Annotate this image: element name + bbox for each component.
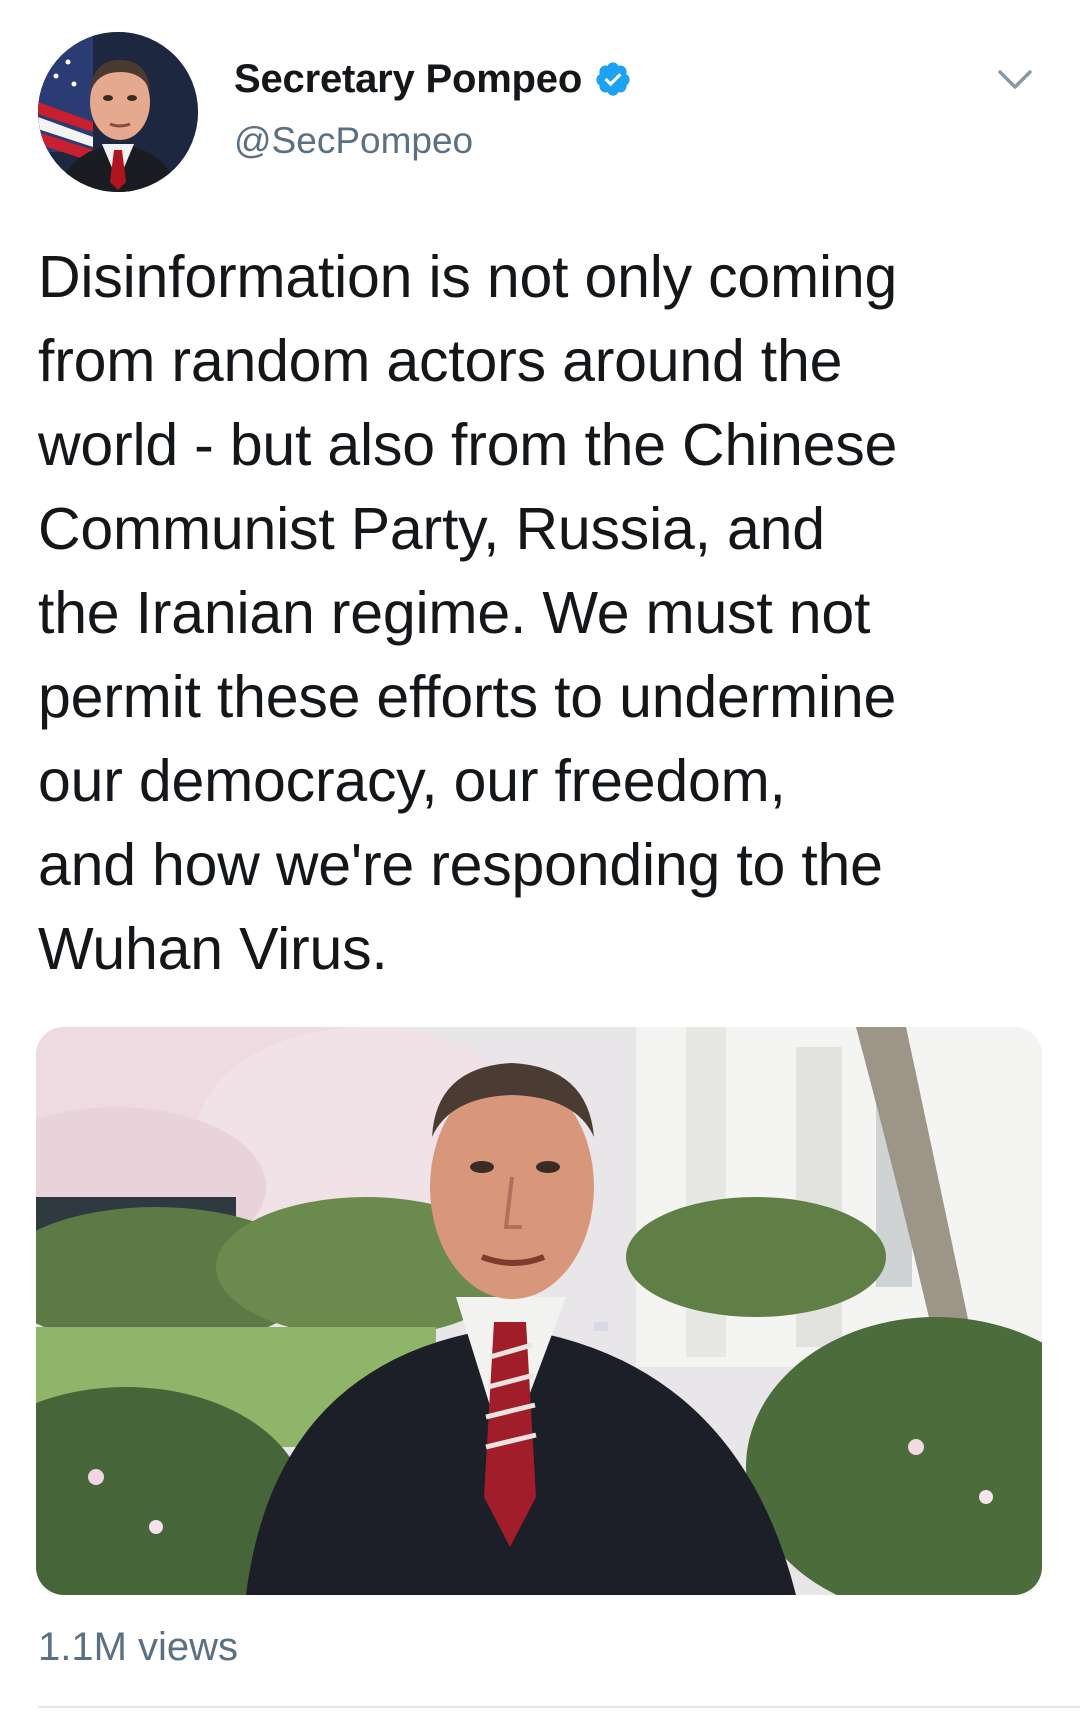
verified-badge-icon [594, 60, 632, 98]
tweet-text-line: world - but also from the Chinese [38, 412, 898, 478]
tweet-text-line: our democracy, our freedom, [38, 748, 786, 814]
tweet-text-line: from random actors around the [38, 328, 843, 394]
handle[interactable]: @SecPompeo [234, 120, 632, 162]
chevron-down-icon[interactable] [996, 66, 1034, 94]
divider [38, 1706, 1080, 1708]
display-name-row: Secretary Pompeo [234, 52, 632, 106]
tweet-text-line: Wuhan Virus. [38, 916, 388, 982]
tweet-text-line: Communist Party, Russia, and [38, 496, 825, 562]
tweet-text-line: permit these efforts to undermine [38, 664, 897, 730]
tweet: Secretary Pompeo @SecPompeo Disinformati… [0, 0, 1080, 1717]
tweet-text: Disinformation is not only coming from r… [38, 235, 1048, 991]
author-names: Secretary Pompeo @SecPompeo [234, 52, 632, 162]
tweet-text-line: Disinformation is not only coming [38, 244, 898, 310]
tweet-text-line: the Iranian regime. We must not [38, 580, 871, 646]
view-count: 1.1M views [38, 1625, 239, 1669]
tweet-header: Secretary Pompeo @SecPompeo [38, 32, 1048, 202]
display-name[interactable]: Secretary Pompeo [234, 57, 582, 102]
tweet-text-line: and how we're responding to the [38, 832, 883, 898]
avatar[interactable] [38, 32, 198, 192]
video-thumbnail[interactable] [36, 1027, 1042, 1595]
